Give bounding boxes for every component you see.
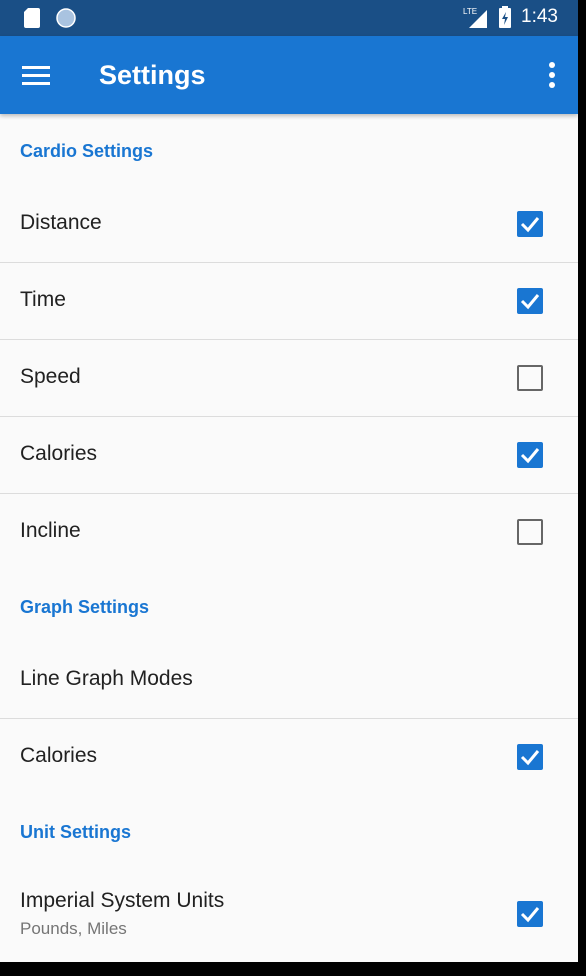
setting-summary: Pounds, Miles (20, 919, 127, 938)
checkmark-icon (520, 217, 540, 233)
status-bar: LTE 1:43 (0, 0, 578, 36)
settings-screen: LTE 1:43 Settings Cardio Settings Distan… (0, 0, 578, 962)
page-title: Settings (99, 60, 206, 90)
setting-label: Incline (20, 519, 81, 542)
setting-line-graph-modes[interactable]: Line Graph Modes (0, 642, 578, 719)
section-header-cardio: Cardio Settings (20, 141, 154, 161)
lte-signal-icon: LTE (463, 7, 488, 28)
setting-label: Line Graph Modes (20, 667, 193, 690)
setting-label: Calories (20, 442, 98, 465)
time-checkbox[interactable] (517, 288, 543, 314)
section-header-unit: Unit Settings (20, 822, 131, 842)
setting-speed[interactable]: Speed (0, 340, 578, 417)
setting-label: Speed (20, 365, 81, 388)
svg-text:LTE: LTE (463, 7, 477, 16)
battery-charging-icon (499, 6, 512, 28)
checkmark-icon (520, 294, 540, 310)
app-bar: Settings (0, 36, 578, 114)
distance-checkbox[interactable] (517, 211, 543, 237)
setting-incline[interactable]: Incline (0, 494, 578, 570)
menu-icon[interactable] (18, 57, 54, 93)
imperial-units-checkbox[interactable] (517, 901, 543, 927)
section-header-graph: Graph Settings (20, 597, 150, 617)
speed-checkbox[interactable] (517, 365, 543, 391)
checkmark-icon (520, 448, 540, 464)
setting-time[interactable]: Time (0, 263, 578, 340)
setting-graph-calories[interactable]: Calories (0, 719, 578, 795)
incline-checkbox[interactable] (517, 519, 543, 545)
sd-card-icon (24, 8, 40, 28)
more-vert-icon[interactable] (544, 58, 560, 92)
settings-list: Cardio Settings Distance Time Speed Calo… (0, 114, 578, 961)
setting-calories[interactable]: Calories (0, 417, 578, 494)
setting-label: Time (20, 288, 66, 311)
setting-label: Calories (20, 744, 98, 767)
calories-checkbox[interactable] (517, 442, 543, 468)
checkmark-icon (520, 907, 540, 923)
setting-distance[interactable]: Distance (0, 186, 578, 263)
sync-icon (56, 8, 76, 28)
setting-label: Imperial System Units (20, 889, 225, 912)
checkmark-icon (520, 750, 540, 766)
clock: 1:43 (521, 6, 558, 27)
graph-calories-checkbox[interactable] (517, 744, 543, 770)
setting-label: Distance (20, 211, 102, 234)
setting-imperial-units[interactable]: Imperial System Units Pounds, Miles (0, 867, 578, 961)
